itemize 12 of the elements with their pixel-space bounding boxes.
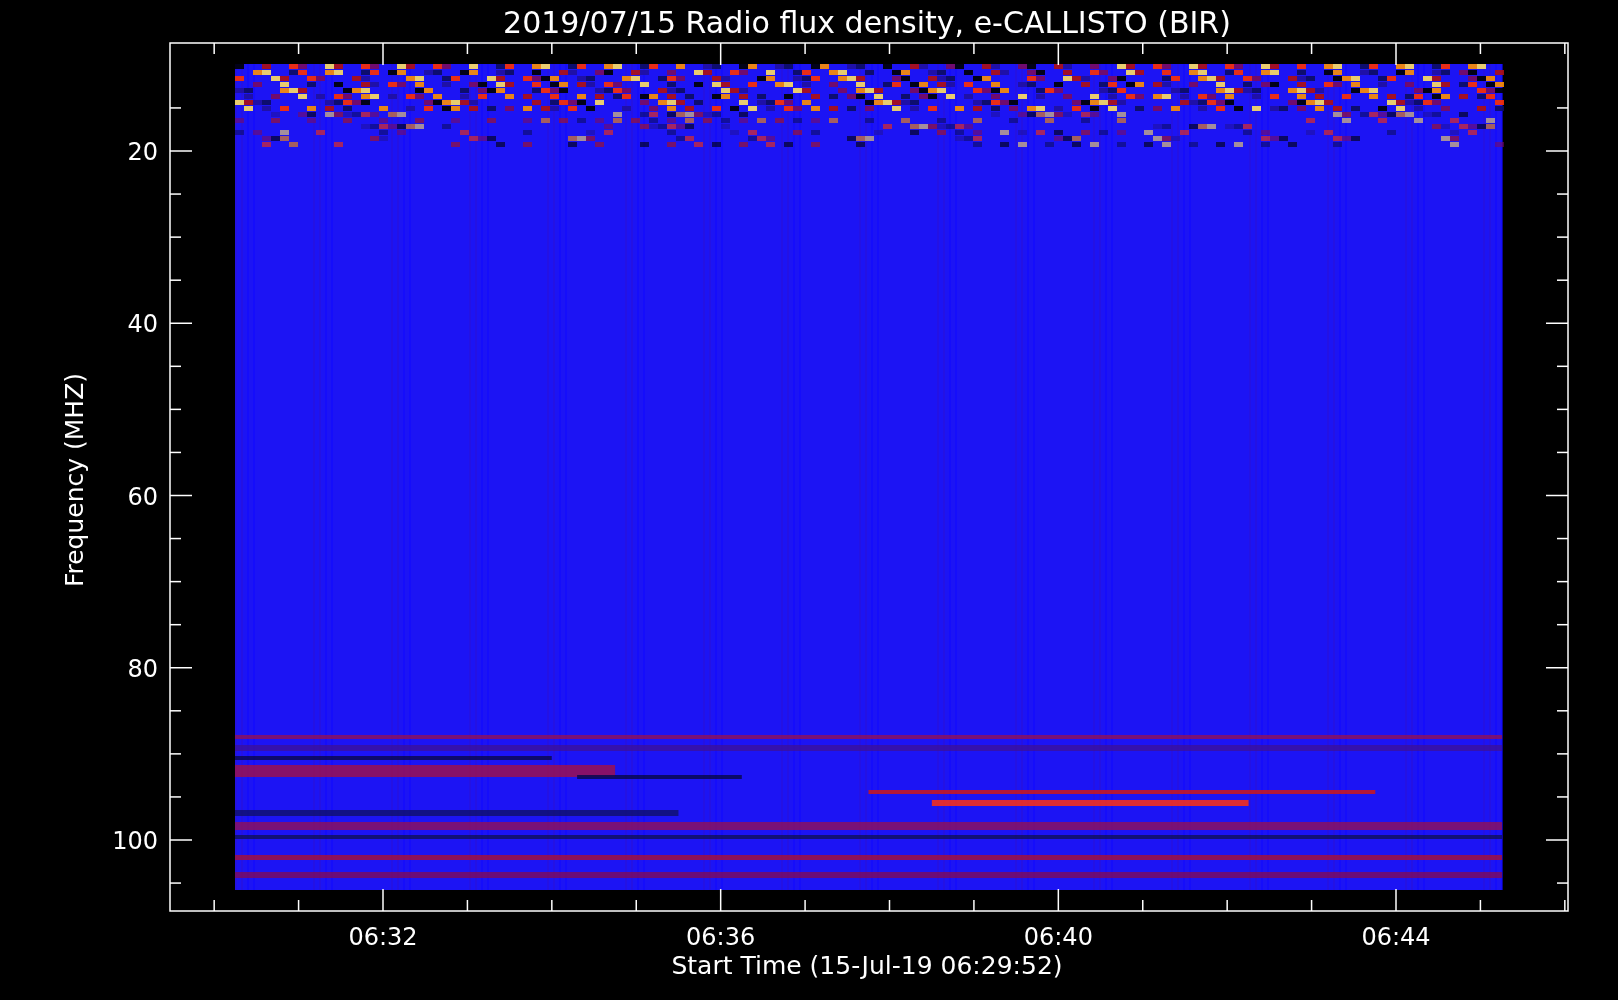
y-tick-label: 80 <box>127 654 158 683</box>
y-tick-label: 20 <box>127 138 158 166</box>
x-tick-label: 06:36 <box>686 923 756 951</box>
y-tick-label: 60 <box>127 482 158 511</box>
y-tick-label: 40 <box>127 310 158 339</box>
x-tick-label: 06:32 <box>348 923 418 951</box>
x-tick-label: 06:40 <box>1023 923 1093 951</box>
y-tick-label: 100 <box>112 827 158 855</box>
y-axis-label: Frequency (MHZ) <box>60 372 89 588</box>
x-axis-label: Start Time (15-Jul-19 06:29:52) <box>671 951 1063 980</box>
x-tick-label: 06:44 <box>1361 923 1431 951</box>
chart-title: 2019/07/15 Radio flux density, e-CALLISTO (BIR) <box>503 5 1231 40</box>
